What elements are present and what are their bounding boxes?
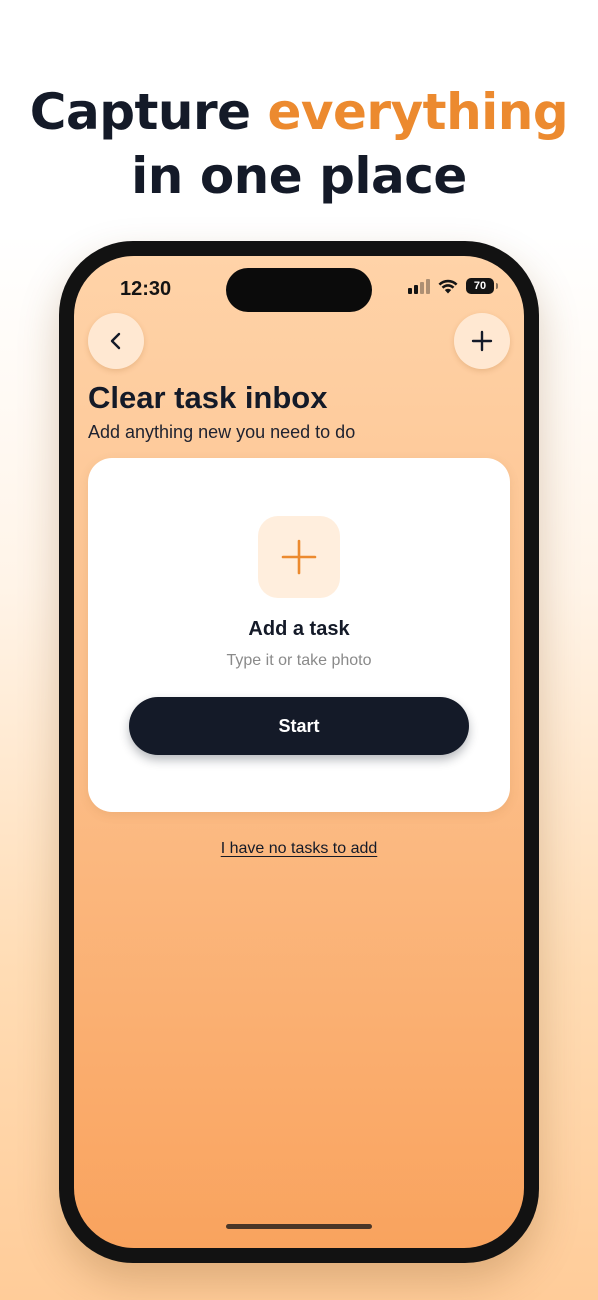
- dynamic-island: [226, 268, 372, 312]
- page-subtitle: Add anything new you need to do: [88, 422, 356, 442]
- signal-icon: [408, 278, 430, 294]
- no-tasks-link[interactable]: I have no tasks to add: [74, 840, 524, 858]
- plus-icon: [281, 539, 317, 575]
- phone-frame: 12:30 70 Clear task inbox Add anything n…: [59, 241, 539, 1263]
- battery-icon: 70: [466, 278, 498, 294]
- chevron-left-icon: [110, 332, 121, 350]
- headline-line-1: Capture everything: [0, 80, 598, 144]
- headline-accent: everything: [267, 83, 569, 141]
- headline-line-2: in one place: [131, 147, 467, 205]
- add-button[interactable]: [454, 313, 510, 369]
- add-task-card: Add a task Type it or take photo Start: [88, 458, 510, 812]
- card-subtitle: Type it or take photo: [226, 652, 372, 669]
- wifi-icon: [438, 279, 458, 293]
- home-indicator[interactable]: [226, 1224, 372, 1229]
- add-task-tile[interactable]: [258, 516, 340, 598]
- status-icons: 70: [408, 278, 498, 294]
- start-button[interactable]: Start: [129, 697, 469, 755]
- card-title: Add a task: [248, 618, 350, 640]
- status-time: 12:30: [120, 278, 172, 300]
- plus-icon: [471, 330, 493, 352]
- headline-part-1: Capture: [29, 83, 268, 141]
- phone-screen: 12:30 70 Clear task inbox Add anything n…: [74, 256, 524, 1248]
- promo-headline: Capture everything in one place: [0, 80, 598, 208]
- page-title: Clear task inbox: [88, 380, 328, 415]
- back-button[interactable]: [88, 313, 144, 369]
